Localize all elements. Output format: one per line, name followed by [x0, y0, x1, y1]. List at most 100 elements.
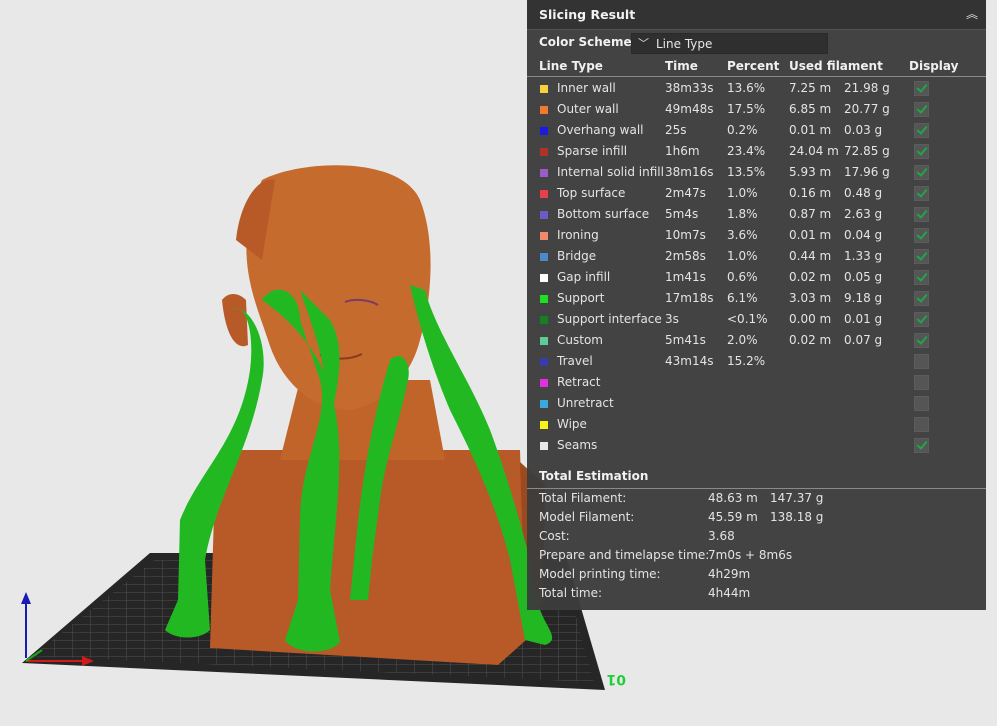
- percent-value: 23.4%: [727, 144, 766, 158]
- total-value: 45.59 m: [708, 510, 758, 524]
- display-checkbox[interactable]: [914, 396, 929, 411]
- display-checkbox[interactable]: [914, 291, 929, 306]
- display-checkbox[interactable]: [914, 207, 929, 222]
- total-estimation-title: Total Estimation: [539, 469, 649, 483]
- table-row: Bridge 2m58s 1.0% 0.44 m 1.33 g: [527, 247, 986, 268]
- color-swatch: [540, 169, 548, 177]
- total-label: Model Filament:: [539, 510, 635, 524]
- line-type-name: Support: [557, 291, 605, 305]
- total-value-secondary: 138.18 g: [770, 510, 824, 524]
- time-value: 38m33s: [665, 81, 714, 95]
- line-type-name: Support interface: [557, 312, 662, 326]
- percent-value: <0.1%: [727, 312, 768, 326]
- display-checkbox[interactable]: [914, 123, 929, 138]
- percent-value: 1.0%: [727, 249, 758, 263]
- col-header-display: Display: [909, 59, 959, 73]
- line-type-name: Internal solid infill: [557, 165, 664, 179]
- time-value: 1h6m: [665, 144, 700, 158]
- filament-weight: 21.98 g: [844, 81, 890, 95]
- time-value: 38m16s: [665, 165, 714, 179]
- filament-weight: 0.01 g: [844, 312, 883, 326]
- color-swatch: [540, 379, 548, 387]
- time-value: 2m58s: [665, 249, 706, 263]
- time-value: 1m41s: [665, 270, 706, 284]
- filament-weight: 0.07 g: [844, 333, 883, 347]
- time-value: 3s: [665, 312, 679, 326]
- display-checkbox[interactable]: [914, 438, 929, 453]
- total-value: 4h29m: [708, 567, 751, 581]
- color-swatch: [540, 316, 548, 324]
- display-checkbox[interactable]: [914, 102, 929, 117]
- percent-value: 13.6%: [727, 81, 766, 95]
- plate-number-label: 01: [607, 671, 626, 687]
- display-checkbox[interactable]: [914, 375, 929, 390]
- total-value: 3.68: [708, 529, 735, 543]
- total-row: Prepare and timelapse time: 7m0s + 8m6s: [527, 547, 986, 566]
- filament-length: 0.00 m: [789, 312, 832, 326]
- color-swatch: [540, 106, 548, 114]
- percent-value: 1.8%: [727, 207, 758, 221]
- color-scheme-label: Color Scheme: [539, 35, 632, 49]
- display-checkbox[interactable]: [914, 81, 929, 96]
- table-row: Inner wall 38m33s 13.6% 7.25 m 21.98 g: [527, 79, 986, 100]
- table-row: Travel 43m14s 15.2%: [527, 352, 986, 373]
- line-type-name: Unretract: [557, 396, 614, 410]
- color-swatch: [540, 295, 548, 303]
- filament-weight: 17.96 g: [844, 165, 890, 179]
- display-checkbox[interactable]: [914, 333, 929, 348]
- total-label: Prepare and timelapse time:: [539, 548, 710, 562]
- filament-weight: 72.85 g: [844, 144, 890, 158]
- table-row: Seams: [527, 436, 986, 457]
- line-type-name: Bottom surface: [557, 207, 650, 221]
- percent-value: 0.6%: [727, 270, 758, 284]
- filament-length: 0.44 m: [789, 249, 832, 263]
- panel-header[interactable]: Slicing Result ︽: [527, 0, 986, 30]
- time-value: 5m41s: [665, 333, 706, 347]
- total-value: 7m0s + 8m6s: [708, 548, 793, 562]
- table-row: Internal solid infill 38m16s 13.5% 5.93 m 17…: [527, 163, 986, 184]
- display-checkbox[interactable]: [914, 228, 929, 243]
- total-row: Cost: 3.68: [527, 528, 986, 547]
- collapse-icon[interactable]: ︽: [964, 6, 980, 22]
- total-label: Model printing time:: [539, 567, 661, 581]
- col-header-line-type: Line Type: [539, 59, 603, 73]
- col-header-time: Time: [665, 59, 698, 73]
- time-value: 25s: [665, 123, 687, 137]
- percent-value: 6.1%: [727, 291, 758, 305]
- display-checkbox[interactable]: [914, 270, 929, 285]
- total-row: Total Filament: 48.63 m 147.37 g: [527, 490, 986, 509]
- percent-value: 3.6%: [727, 228, 758, 242]
- color-scheme-dropdown[interactable]: ﹀ Line Type: [631, 33, 828, 54]
- display-checkbox[interactable]: [914, 249, 929, 264]
- percent-value: 13.5%: [727, 165, 766, 179]
- line-type-name: Overhang wall: [557, 123, 644, 137]
- line-type-name: Bridge: [557, 249, 597, 263]
- display-checkbox[interactable]: [914, 165, 929, 180]
- total-row: Model Filament: 45.59 m 138.18 g: [527, 509, 986, 528]
- line-type-name: Top surface: [557, 186, 626, 200]
- color-swatch: [540, 253, 548, 261]
- color-swatch: [540, 421, 548, 429]
- total-label: Total time:: [539, 586, 602, 600]
- line-type-name: Outer wall: [557, 102, 619, 116]
- filament-weight: 9.18 g: [844, 291, 883, 305]
- divider: [527, 488, 986, 489]
- color-swatch: [540, 211, 548, 219]
- filament-length: 0.87 m: [789, 207, 832, 221]
- display-checkbox[interactable]: [914, 417, 929, 432]
- line-type-name: Inner wall: [557, 81, 616, 95]
- display-checkbox[interactable]: [914, 186, 929, 201]
- filament-length: 24.04 m: [789, 144, 839, 158]
- col-header-percent: Percent: [727, 59, 780, 73]
- table-row: Ironing 10m7s 3.6% 0.01 m 0.04 g: [527, 226, 986, 247]
- filament-weight: 0.05 g: [844, 270, 883, 284]
- chevron-down-icon: ﹀: [638, 37, 649, 50]
- display-checkbox[interactable]: [914, 354, 929, 369]
- total-row: Total time: 4h44m: [527, 585, 986, 604]
- filament-length: 0.01 m: [789, 228, 832, 242]
- display-checkbox[interactable]: [914, 312, 929, 327]
- total-label: Total Filament:: [539, 491, 627, 505]
- filament-length: 0.16 m: [789, 186, 832, 200]
- display-checkbox[interactable]: [914, 144, 929, 159]
- total-label: Cost:: [539, 529, 570, 543]
